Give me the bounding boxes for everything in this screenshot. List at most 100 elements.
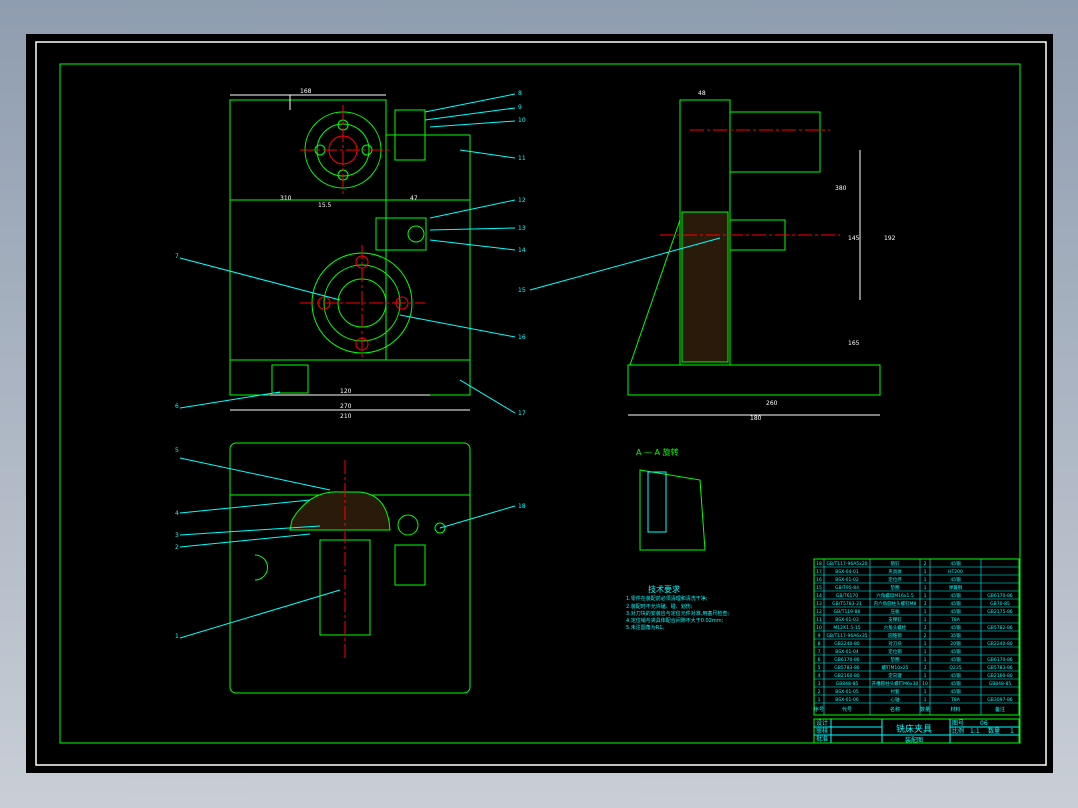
check-label: 审核 bbox=[816, 727, 828, 735]
part-label: 3 bbox=[175, 532, 179, 539]
bom-cell: 45钢 bbox=[950, 592, 961, 599]
part-label: 10 bbox=[518, 117, 526, 124]
part-label: 4 bbox=[175, 510, 179, 517]
tech-req-item: 2.装配时不允许磕、碰、划伤; bbox=[626, 603, 693, 610]
bom-cell: GB848-85 bbox=[989, 681, 1012, 687]
bom-cell: 1 bbox=[924, 697, 927, 703]
approve-label: 批准 bbox=[816, 735, 828, 743]
bom-cell: BSX-01-02 bbox=[835, 577, 859, 583]
dimension: 310 bbox=[280, 195, 292, 202]
drawing-unit: 装配图 bbox=[905, 736, 923, 744]
bom-cell: 圆锥销 bbox=[888, 632, 902, 639]
tech-req-title: 技术要求 bbox=[648, 584, 680, 594]
bom-header-cell: 材料 bbox=[950, 706, 960, 713]
bom-cell: 1 bbox=[924, 673, 927, 679]
bom-cell: 3 bbox=[924, 665, 927, 671]
bom-cell: 1 bbox=[924, 585, 927, 591]
bom-cell: 1 bbox=[924, 657, 927, 663]
part-label: 1 bbox=[175, 633, 179, 640]
dimension: 270 bbox=[340, 403, 352, 410]
bom-cell: 1 bbox=[924, 569, 927, 575]
bom-header-cell: 代号 bbox=[842, 706, 852, 713]
bom-cell: BSX-01-05 bbox=[835, 689, 859, 695]
bom-cell: GB2160-80 bbox=[987, 673, 1013, 679]
bom-header-cell: 备注 bbox=[995, 706, 1005, 713]
part-label: 15 bbox=[518, 287, 526, 294]
part-label: 2 bbox=[175, 544, 179, 551]
dimension: 145 bbox=[848, 235, 860, 242]
bom-cell: 弹簧钢 bbox=[949, 584, 963, 591]
part-label: 13 bbox=[518, 225, 526, 232]
bom-cell: GB6170-86 bbox=[834, 657, 860, 663]
bom-cell: T8A bbox=[950, 697, 961, 703]
bom-cell: GB/T5783-21 bbox=[832, 601, 862, 607]
bom-cell: 4 bbox=[818, 673, 821, 679]
technical-requirements: 技术要求 1.零件在装配前必须清理和清洗干净; 2.装配时不允许磕、碰、划伤; … bbox=[626, 584, 729, 631]
bom-cell: 压板 bbox=[891, 608, 900, 615]
drawing-no-label: 图号 bbox=[952, 720, 964, 727]
dimension: 168 bbox=[300, 88, 312, 95]
bom-cell: 35钢 bbox=[950, 632, 961, 639]
bill-of-materials: 18 GB/T117-96A5x20 销钉 2 45钢17 BSX-04-01 夹具体 1 HT… bbox=[813, 558, 1020, 716]
bom-cell: 1 bbox=[924, 689, 927, 695]
bom-cell: 9 bbox=[818, 633, 821, 639]
bom-cell: 45钢 bbox=[950, 576, 961, 583]
bom-cell: 定位环 bbox=[888, 576, 902, 583]
tech-req-item: 5.未注圆角为R1。 bbox=[626, 624, 667, 631]
scale-value: 1:1 bbox=[970, 728, 980, 735]
bom-cell: 1 bbox=[924, 609, 927, 615]
side-view bbox=[627, 99, 881, 416]
part-label: 7 bbox=[175, 253, 179, 260]
dimension: 180 bbox=[750, 415, 762, 422]
cad-drawing: 8 9 10 11 12 13 14 7 15 16 6 17 5 4 3 2 … bbox=[35, 41, 1047, 766]
bom-cell: 15 bbox=[816, 585, 822, 591]
bom-cell: 六角头螺栓 bbox=[884, 624, 907, 631]
bom-cell: 对刀块 bbox=[888, 640, 902, 647]
bom-cell: 心轴 bbox=[891, 696, 900, 703]
dimension: 210 bbox=[340, 413, 352, 420]
bom-cell: 开槽圆柱头螺钉M6x30 bbox=[872, 680, 919, 687]
bom-cell: 3 bbox=[818, 681, 821, 687]
bom-cell: 3 bbox=[924, 601, 927, 607]
bom-cell: GB3097-86 bbox=[987, 697, 1013, 703]
bom-cell: 六角螺母M16x1.5 bbox=[876, 592, 914, 599]
bom-cell: 16 bbox=[816, 577, 822, 583]
top-view bbox=[229, 442, 471, 694]
dimension: 15.5 bbox=[318, 202, 332, 209]
bom-cell: 1 bbox=[924, 577, 927, 583]
drawing-sheet: 8 9 10 11 12 13 14 7 15 16 6 17 5 4 3 2 … bbox=[26, 34, 1053, 773]
part-label: 14 bbox=[518, 247, 526, 254]
bom-cell: 45钢 bbox=[950, 680, 961, 687]
bom-cell: GB2160-80 bbox=[834, 673, 860, 679]
bom-cell: 5 bbox=[818, 665, 821, 671]
bom-cell: 45钢 bbox=[950, 648, 961, 655]
bom-cell: GB6170-86 bbox=[987, 593, 1013, 599]
part-label: 5 bbox=[175, 447, 179, 454]
bom-cell: GB5782-86 bbox=[987, 625, 1013, 631]
tech-req-item: 3.对刀块的安装应与定位元件对准,用塞尺检查; bbox=[626, 610, 729, 617]
drawing-title: 铣床夹具 bbox=[896, 723, 932, 735]
bom-cell: 45钢 bbox=[950, 672, 961, 679]
part-label: 18 bbox=[518, 503, 526, 510]
bom-cell: GB/T117-96A5x20 bbox=[826, 561, 867, 567]
bom-cell: BSX-01-04 bbox=[835, 649, 859, 655]
bom-cell: 支撑钉 bbox=[888, 616, 902, 623]
bom-cell: GB/T119-86 bbox=[834, 609, 861, 615]
bom-cell: GB6170-86 bbox=[987, 657, 1013, 663]
part-label: 6 bbox=[175, 403, 179, 410]
bom-cell: GB/T6170 bbox=[836, 593, 858, 599]
bom-cell: 衬套 bbox=[891, 688, 900, 695]
bom-cell: GB/T95-84 bbox=[835, 585, 859, 591]
bom-cell: 1 bbox=[924, 617, 927, 623]
bom-cell: 45钢 bbox=[950, 608, 961, 615]
bom-cell: 10 bbox=[816, 625, 822, 631]
bom-cell: 45钢 bbox=[950, 600, 961, 607]
bom-cell: 6 bbox=[818, 657, 821, 663]
bom-cell: Q235 bbox=[949, 665, 961, 671]
bom-cell: 45钢 bbox=[950, 560, 961, 567]
part-label: 17 bbox=[518, 410, 526, 417]
bom-cell: 3 bbox=[924, 625, 927, 631]
bom-cell: GB/T117-96A6x35 bbox=[826, 633, 867, 639]
bom-cell: T8A bbox=[950, 617, 961, 623]
part-label: 9 bbox=[518, 104, 522, 111]
